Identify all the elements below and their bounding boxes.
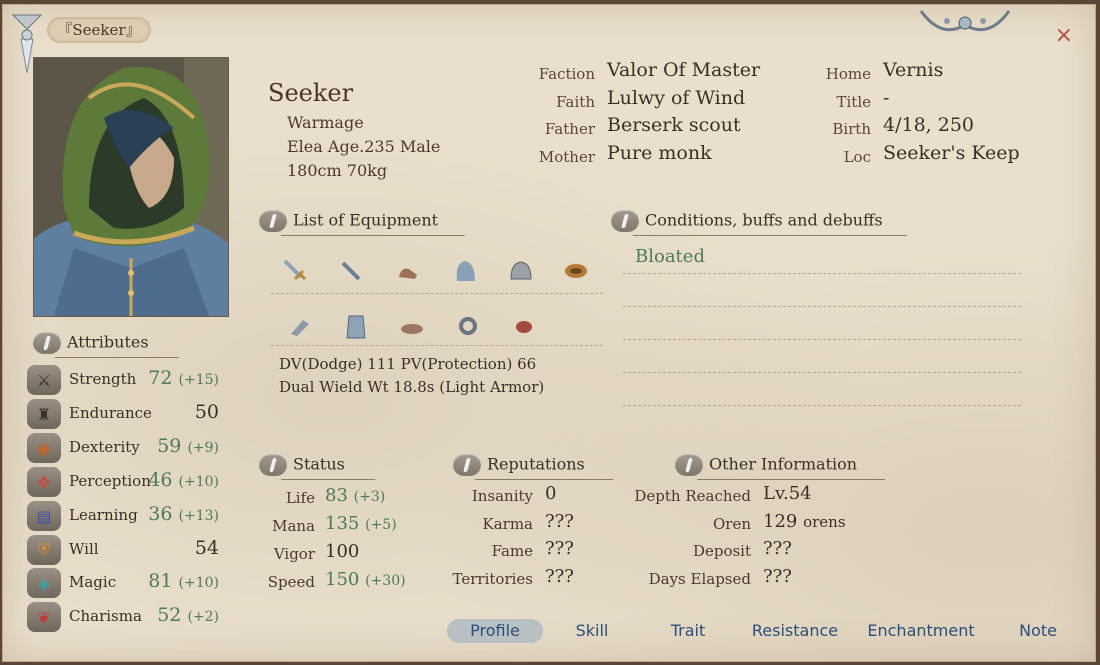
rod-icon[interactable] <box>337 257 367 285</box>
faction-value: Valor Of Master <box>607 59 761 81</box>
corner-ornament-icon <box>919 10 1011 32</box>
attribute-dexterity: ◉ Dexterity 59 (+9) <box>27 433 223 463</box>
equipment-divider <box>271 293 603 294</box>
hat-icon[interactable] <box>397 312 427 340</box>
conditions-divider-2 <box>623 306 1021 307</box>
other-info-header: Other Information <box>675 454 885 480</box>
equipment-divider-2 <box>271 345 603 346</box>
charisma-icon: ❦ <box>27 602 61 632</box>
character-race-age-sex: Elea Age.235 Male <box>287 137 441 156</box>
boots-icon[interactable] <box>285 312 315 340</box>
status-header: Status <box>259 454 375 480</box>
character-name: Seeker <box>268 79 354 107</box>
title-value: - <box>883 87 890 109</box>
armor-icon[interactable] <box>341 312 371 340</box>
perception-icon: ✥ <box>27 467 61 497</box>
tab-trait[interactable]: Trait <box>655 619 721 643</box>
will-icon: ⛨ <box>27 535 61 565</box>
loc-label: Loc <box>843 148 871 166</box>
faith-value: Lulwy of Wind <box>607 87 746 109</box>
faction-label: Faction <box>538 65 595 83</box>
loc-value: Seeker's Keep <box>883 142 1020 164</box>
attribute-perception: ✥ Perception 46 (+10) <box>27 467 223 497</box>
attribute-will: ⛨ Will 54 <box>27 535 223 565</box>
conditions-divider-1 <box>623 273 1021 274</box>
mother-label: Mother <box>538 148 595 166</box>
conditions-divider-5 <box>623 405 1021 406</box>
reputations-header: Reputations <box>453 454 613 480</box>
section-marker-icon <box>33 332 61 354</box>
attribute-strength: ⚔ Strength 72 (+15) <box>27 365 223 395</box>
section-marker-icon <box>453 454 481 476</box>
tab-resistance[interactable]: Resistance <box>743 619 847 643</box>
home-value: Vernis <box>883 59 944 81</box>
glove-icon[interactable] <box>393 257 423 285</box>
ring-icon[interactable] <box>453 312 483 340</box>
home-label: Home <box>825 65 871 83</box>
section-marker-icon <box>259 454 287 476</box>
character-portrait <box>33 57 229 317</box>
tab-skill[interactable]: Skill <box>559 619 625 643</box>
portrait-image <box>34 58 228 316</box>
father-value: Berserk scout <box>607 114 741 136</box>
conditions-header: Conditions, buffs and debuffs <box>611 210 907 236</box>
cloak-icon[interactable] <box>449 257 479 285</box>
sword-icon[interactable] <box>281 257 311 285</box>
conditions-divider-4 <box>623 372 1021 373</box>
condition-bloated: Bloated <box>635 246 705 267</box>
attribute-learning: ▤ Learning 36 (+13) <box>27 501 223 531</box>
section-marker-icon <box>611 210 639 232</box>
equipment-row-1 <box>281 257 591 285</box>
amulet-icon[interactable] <box>509 312 539 340</box>
attribute-magic: ◈ Magic 81 (+10) <box>27 568 223 598</box>
mother-value: Pure monk <box>607 142 712 164</box>
helmet-icon[interactable] <box>505 257 535 285</box>
attributes-header: Attributes <box>33 332 179 358</box>
attribute-endurance: ♜ Endurance 50 <box>27 399 223 429</box>
learning-icon: ▤ <box>27 501 61 531</box>
section-marker-icon <box>675 454 703 476</box>
character-class: Warmage <box>287 113 364 132</box>
tab-note[interactable]: Note <box>1009 619 1067 643</box>
tab-enchantment[interactable]: Enchantment <box>863 619 979 643</box>
window-title: 『Seeker』 <box>47 17 151 43</box>
endurance-icon: ♜ <box>27 399 61 429</box>
equipment-row-2 <box>285 312 539 340</box>
strength-icon: ⚔ <box>27 365 61 395</box>
magic-icon: ◈ <box>27 568 61 598</box>
wield-info-text: Dual Wield Wt 18.8s (Light Armor) <box>279 378 545 396</box>
tab-profile[interactable]: Profile <box>447 619 543 643</box>
dexterity-icon: ◉ <box>27 433 61 463</box>
birth-label: Birth <box>832 120 871 138</box>
title-label: Title <box>836 93 871 111</box>
birth-value: 4/18, 250 <box>883 114 975 136</box>
close-icon[interactable]: × <box>1055 23 1073 48</box>
character-sheet-panel: 『Seeker』 × Seeker Warmage Elea Age.235 M… <box>2 4 1096 662</box>
dv-pv-text: DV(Dodge) 111 PV(Protection) 66 <box>279 355 537 373</box>
belt-icon[interactable] <box>561 257 591 285</box>
father-label: Father <box>544 120 595 138</box>
attribute-charisma: ❦ Charisma 52 (+2) <box>27 602 223 632</box>
faith-label: Faith <box>556 93 595 111</box>
section-marker-icon <box>259 210 287 232</box>
equipment-header: List of Equipment <box>259 210 465 236</box>
conditions-divider-3 <box>623 339 1021 340</box>
character-height-weight: 180cm 70kg <box>287 161 388 180</box>
